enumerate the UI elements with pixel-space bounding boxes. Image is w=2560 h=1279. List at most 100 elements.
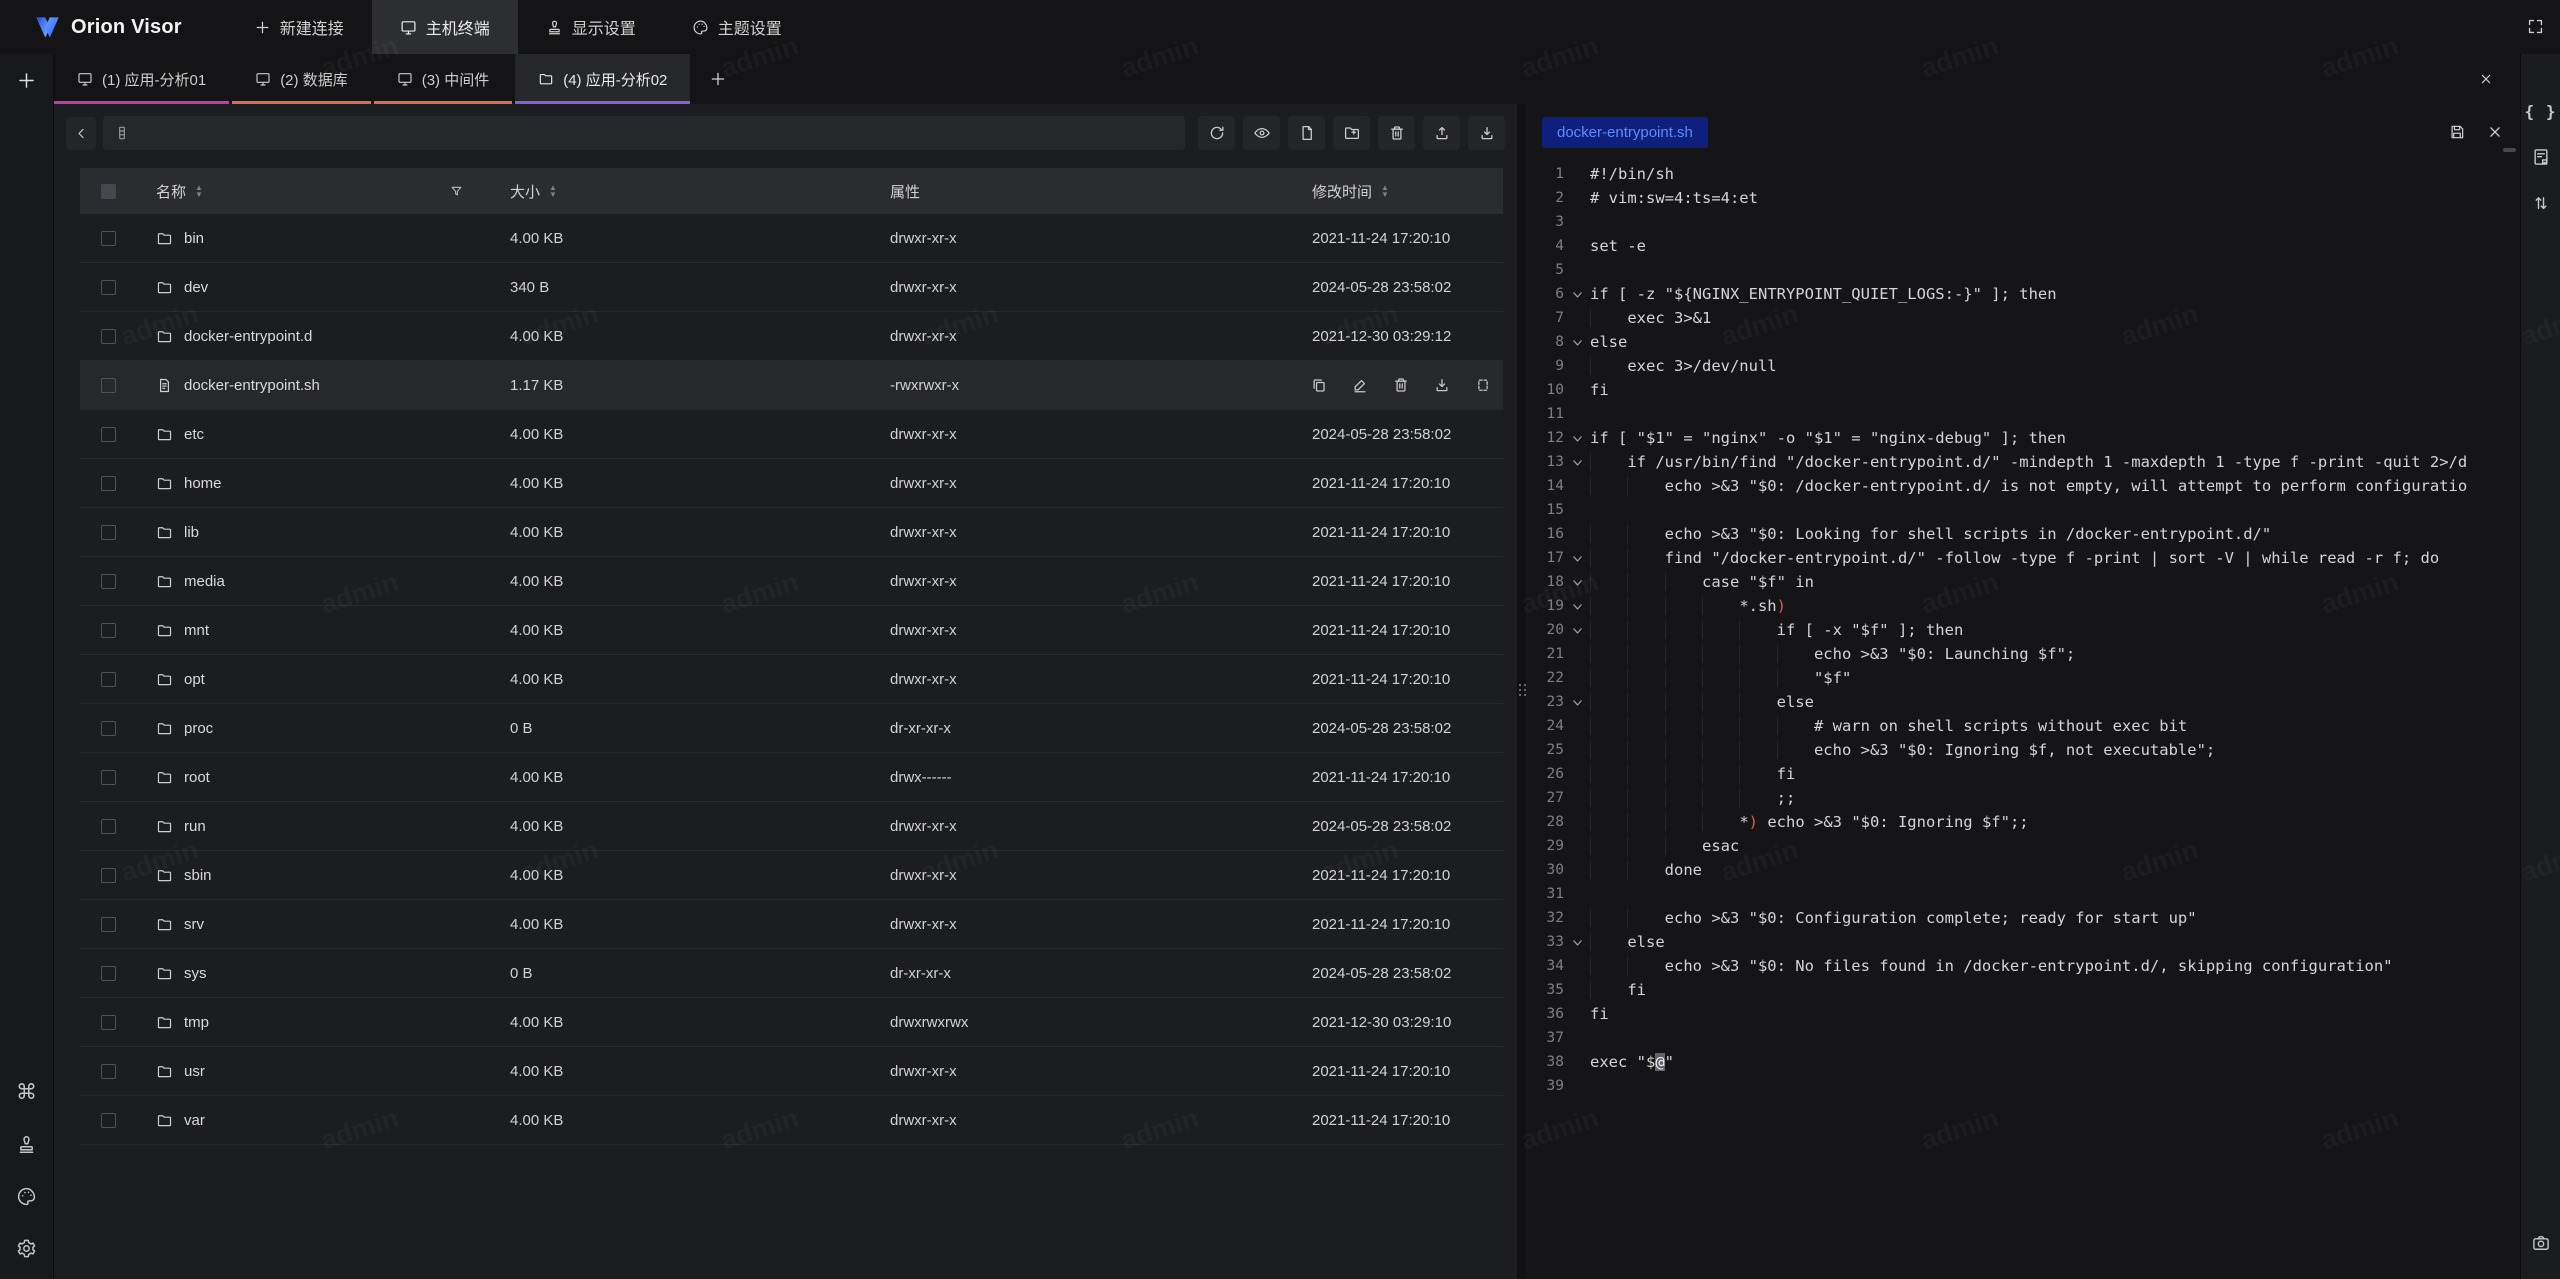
back-button[interactable] bbox=[66, 117, 96, 150]
fullscreen-icon[interactable] bbox=[2526, 17, 2545, 36]
delete-action-icon[interactable] bbox=[1392, 376, 1410, 394]
file-name-cell[interactable]: docker-entrypoint.sh bbox=[136, 377, 490, 394]
sort-icon[interactable]: ▲▼ bbox=[549, 184, 557, 198]
row-checkbox[interactable] bbox=[101, 721, 116, 736]
file-row-media[interactable]: media4.00 KBdrwxr-xr-x2021-11-24 17:20:1… bbox=[80, 557, 1503, 606]
select-all-checkbox[interactable] bbox=[101, 184, 116, 199]
terminal-tab-4[interactable]: (4) 应用-分析02 bbox=[515, 54, 690, 104]
terminal-tab-1[interactable]: (1) 应用-分析01 bbox=[54, 54, 229, 104]
download-action-icon[interactable] bbox=[1433, 376, 1451, 394]
stamp-icon[interactable] bbox=[16, 1134, 37, 1155]
add-tab-button[interactable] bbox=[693, 54, 743, 104]
file-row-root[interactable]: root4.00 KBdrwx------2021-11-24 17:20:10 bbox=[80, 753, 1503, 802]
new-folder-button[interactable] bbox=[1333, 116, 1370, 150]
sort-icon[interactable]: ▲▼ bbox=[195, 184, 203, 198]
doc-bookmark-icon[interactable] bbox=[2531, 147, 2551, 167]
file-name-cell[interactable]: sys bbox=[136, 965, 490, 982]
fold-chevron-icon[interactable] bbox=[1564, 690, 1590, 714]
file-row-mnt[interactable]: mnt4.00 KBdrwxr-xr-x2021-11-24 17:20:10 bbox=[80, 606, 1503, 655]
file-name-cell[interactable]: etc bbox=[136, 426, 490, 443]
fold-chevron-icon[interactable] bbox=[1564, 594, 1590, 618]
file-name-cell[interactable]: mnt bbox=[136, 622, 490, 639]
fullscreen-icon[interactable] bbox=[2526, 17, 2545, 36]
fold-chevron-icon[interactable] bbox=[1564, 282, 1590, 306]
fold-chevron-icon[interactable] bbox=[1564, 330, 1590, 354]
file-row-home[interactable]: home4.00 KBdrwxr-xr-x2021-11-24 17:20:10 bbox=[80, 459, 1503, 508]
header-name[interactable]: 名称 ▲▼ bbox=[136, 181, 490, 202]
row-checkbox[interactable] bbox=[101, 966, 116, 981]
file-row-opt[interactable]: opt4.00 KBdrwxr-xr-x2021-11-24 17:20:10 bbox=[80, 655, 1503, 704]
scrollbar-thumb[interactable] bbox=[2503, 148, 2516, 152]
fold-chevron-icon[interactable] bbox=[1564, 450, 1590, 474]
file-name-cell[interactable]: dev bbox=[136, 279, 490, 296]
header-mtime[interactable]: 修改时间▲▼ bbox=[1300, 181, 1503, 202]
delete-button[interactable] bbox=[1378, 116, 1415, 150]
file-name-cell[interactable]: run bbox=[136, 818, 490, 835]
close-icon[interactable] bbox=[2478, 71, 2494, 87]
row-checkbox[interactable] bbox=[101, 1015, 116, 1030]
file-name-cell[interactable]: home bbox=[136, 475, 490, 492]
header-size[interactable]: 大小▲▼ bbox=[490, 181, 870, 202]
edit-action-icon[interactable] bbox=[1351, 376, 1369, 394]
fold-chevron-icon[interactable] bbox=[1564, 618, 1590, 642]
file-name-cell[interactable]: usr bbox=[136, 1063, 490, 1080]
row-checkbox[interactable] bbox=[101, 231, 116, 246]
row-checkbox[interactable] bbox=[101, 280, 116, 295]
copy-action-icon[interactable] bbox=[1310, 376, 1328, 394]
row-checkbox[interactable] bbox=[101, 525, 116, 540]
file-row-etc[interactable]: etc4.00 KBdrwxr-xr-x2024-05-28 23:58:02 bbox=[80, 410, 1503, 459]
gear-icon[interactable] bbox=[16, 1238, 37, 1259]
move-action-icon[interactable] bbox=[1474, 376, 1492, 394]
file-row-sbin[interactable]: sbin4.00 KBdrwxr-xr-x2021-11-24 17:20:10 bbox=[80, 851, 1503, 900]
swap-icon[interactable] bbox=[2531, 193, 2551, 213]
file-name-cell[interactable]: docker-entrypoint.d bbox=[136, 328, 490, 345]
file-name-cell[interactable]: root bbox=[136, 769, 490, 786]
file-row-lib[interactable]: lib4.00 KBdrwxr-xr-x2021-11-24 17:20:10 bbox=[80, 508, 1503, 557]
preview-button[interactable] bbox=[1243, 116, 1280, 150]
row-checkbox[interactable] bbox=[101, 868, 116, 883]
download-button[interactable] bbox=[1468, 116, 1505, 150]
refresh-button[interactable] bbox=[1198, 116, 1235, 150]
plus-icon[interactable] bbox=[709, 70, 727, 88]
row-checkbox[interactable] bbox=[101, 378, 116, 393]
file-name-cell[interactable]: srv bbox=[136, 916, 490, 933]
row-checkbox[interactable] bbox=[101, 329, 116, 344]
row-checkbox[interactable] bbox=[101, 1113, 116, 1128]
braces-icon[interactable]: { } bbox=[2525, 102, 2557, 121]
file-name-cell[interactable]: lib bbox=[136, 524, 490, 541]
panel-divider[interactable] bbox=[1517, 104, 1526, 1279]
file-row-usr[interactable]: usr4.00 KBdrwxr-xr-x2021-11-24 17:20:10 bbox=[80, 1047, 1503, 1096]
row-checkbox[interactable] bbox=[101, 672, 116, 687]
file-row-srv[interactable]: srv4.00 KBdrwxr-xr-x2021-11-24 17:20:10 bbox=[80, 900, 1503, 949]
upload-button[interactable] bbox=[1423, 116, 1460, 150]
drag-handle-icon[interactable] bbox=[1519, 684, 1526, 696]
sort-icon[interactable]: ▲▼ bbox=[1381, 184, 1389, 198]
close-editor-button[interactable] bbox=[2486, 123, 2504, 141]
row-checkbox[interactable] bbox=[101, 770, 116, 785]
file-row-run[interactable]: run4.00 KBdrwxr-xr-x2024-05-28 23:58:02 bbox=[80, 802, 1503, 851]
funnel-icon[interactable] bbox=[449, 184, 464, 199]
new-tab-button[interactable] bbox=[16, 70, 37, 91]
fold-chevron-icon[interactable] bbox=[1564, 930, 1590, 954]
path-input[interactable] bbox=[103, 116, 1185, 150]
save-button[interactable] bbox=[2448, 123, 2466, 141]
row-checkbox[interactable] bbox=[101, 427, 116, 442]
nav-menu-item-3[interactable]: 显示设置 bbox=[518, 0, 664, 54]
file-row-docker-entrypoint.sh[interactable]: docker-entrypoint.sh1.17 KB-rwxrwxr-x bbox=[80, 361, 1503, 410]
file-name-cell[interactable]: var bbox=[136, 1112, 490, 1129]
file-row-var[interactable]: var4.00 KBdrwxr-xr-x2021-11-24 17:20:10 bbox=[80, 1096, 1503, 1145]
camera-icon[interactable] bbox=[2531, 1233, 2551, 1253]
row-checkbox[interactable] bbox=[101, 574, 116, 589]
editor-file-tab[interactable]: docker-entrypoint.sh bbox=[1542, 117, 1708, 148]
nav-menu-item-2[interactable]: 主机终端 bbox=[372, 0, 518, 54]
row-checkbox[interactable] bbox=[101, 1064, 116, 1079]
file-row-proc[interactable]: proc0 Bdr-xr-xr-x2024-05-28 23:58:02 bbox=[80, 704, 1503, 753]
row-checkbox[interactable] bbox=[101, 917, 116, 932]
file-name-cell[interactable]: sbin bbox=[136, 867, 490, 884]
terminal-tab-2[interactable]: (2) 数据库 bbox=[232, 54, 371, 104]
file-row-dev[interactable]: dev340 Bdrwxr-xr-x2024-05-28 23:58:02 bbox=[80, 263, 1503, 312]
row-checkbox[interactable] bbox=[101, 623, 116, 638]
file-name-cell[interactable]: bin bbox=[136, 230, 490, 247]
fold-chevron-icon[interactable] bbox=[1564, 570, 1590, 594]
new-file-button[interactable] bbox=[1288, 116, 1325, 150]
